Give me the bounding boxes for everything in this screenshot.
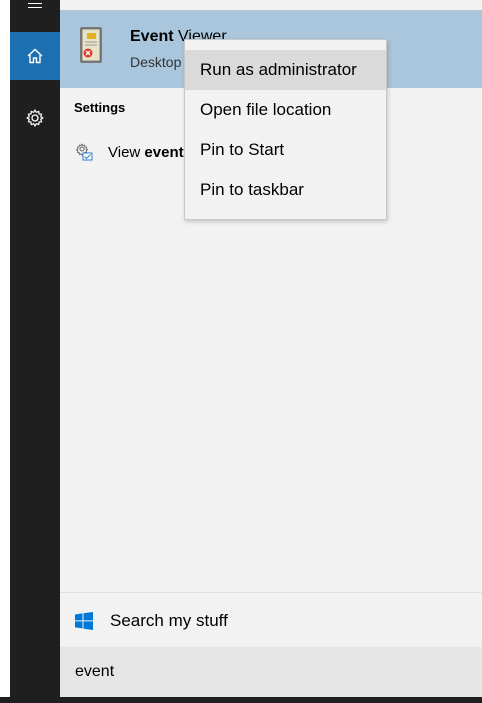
search-my-stuff-button[interactable]: Search my stuff <box>60 592 482 647</box>
settings-button[interactable] <box>10 94 60 142</box>
gear-icon <box>26 109 44 127</box>
menu-icon[interactable] <box>10 0 60 14</box>
home-icon <box>27 48 43 64</box>
home-button[interactable] <box>10 32 60 80</box>
menu-item-open-file-location[interactable]: Open file location <box>185 90 386 130</box>
menu-item-pin-to-taskbar[interactable]: Pin to taskbar <box>185 170 386 210</box>
taskbar-edge <box>0 697 482 703</box>
left-rail <box>0 0 60 703</box>
context-menu: Run as administrator Open file location … <box>184 39 387 220</box>
search-input[interactable]: event <box>60 647 482 697</box>
search-my-stuff-label: Search my stuff <box>110 611 228 630</box>
start-search-window: Event Viewer Desktop app Settings View e… <box>0 0 482 703</box>
search-input-value: event <box>75 663 115 680</box>
menu-item-run-as-administrator[interactable]: Run as administrator <box>185 50 386 90</box>
windows-logo-icon <box>75 612 93 630</box>
settings-page-icon <box>75 143 93 161</box>
event-viewer-app-icon <box>80 27 102 63</box>
settings-section-heading: Settings <box>74 100 126 115</box>
menu-item-pin-to-start[interactable]: Pin to Start <box>185 130 386 170</box>
